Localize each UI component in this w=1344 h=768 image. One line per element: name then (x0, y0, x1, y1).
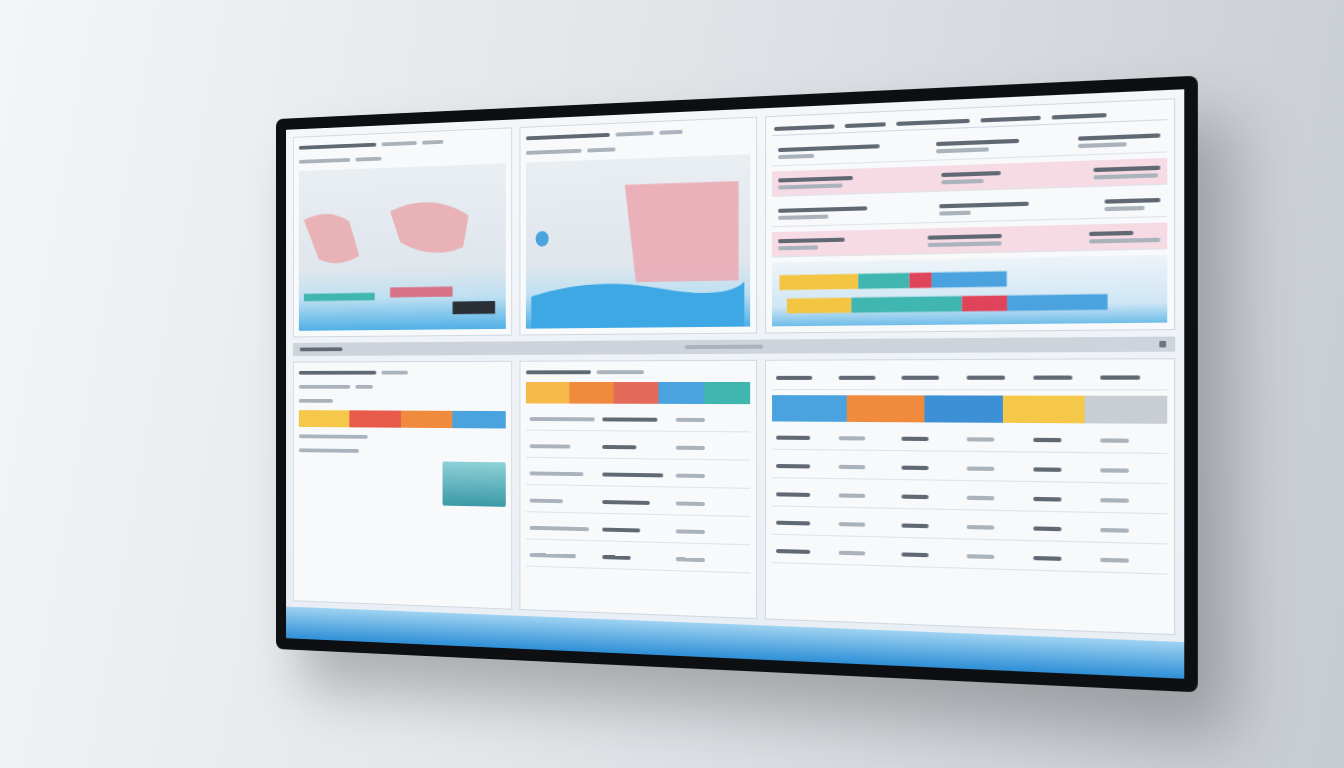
band-stripe (453, 411, 506, 429)
chart-bar (962, 295, 1007, 311)
band-stripe (658, 382, 704, 404)
panel-tabs (772, 106, 1167, 136)
map[interactable] (526, 154, 750, 328)
chart-bar (851, 296, 961, 313)
list-row[interactable] (772, 190, 1167, 227)
table-panel (765, 358, 1175, 635)
table-header (772, 366, 1167, 391)
bar-chart (772, 255, 1167, 327)
panel-header (526, 124, 750, 143)
side-list-row[interactable] (526, 544, 750, 573)
map-icon (526, 154, 750, 328)
color-band (772, 395, 1167, 424)
toolbar (293, 337, 1175, 356)
color-band (299, 410, 506, 428)
band-stripe (847, 395, 924, 422)
map[interactable] (299, 163, 506, 330)
thumbnail (443, 462, 506, 507)
top-row (293, 98, 1175, 337)
band-stripe (1084, 396, 1167, 424)
list-chart-panel (765, 98, 1175, 333)
band-stripe (704, 382, 750, 404)
table-row[interactable] (772, 511, 1167, 544)
band-stripe (614, 382, 659, 404)
list-row[interactable] (772, 158, 1167, 197)
chart-bar (932, 271, 1007, 288)
band-stripe (772, 395, 847, 422)
chart-bar (909, 273, 931, 289)
band-stripe (299, 410, 349, 427)
map-icon (299, 163, 506, 330)
table-row[interactable] (772, 426, 1167, 454)
panel-header (299, 134, 506, 152)
band-stripe (526, 382, 570, 404)
scene (0, 0, 1344, 768)
side-list-row[interactable] (526, 463, 750, 489)
band-stripe (1003, 396, 1084, 424)
band-stripe (400, 411, 452, 428)
table-row[interactable] (772, 540, 1167, 575)
color-band (526, 382, 750, 404)
table-row[interactable] (772, 455, 1167, 484)
chart-bar (787, 298, 851, 314)
side-list-row[interactable] (526, 517, 750, 545)
chart-bar (1007, 294, 1107, 311)
chart-bar (779, 274, 858, 290)
monitor (276, 76, 1198, 693)
side-list-row[interactable] (526, 435, 750, 460)
menu-icon[interactable] (1159, 341, 1166, 347)
band-stripe (924, 395, 1003, 422)
side-list-row[interactable] (526, 408, 750, 432)
band-stripe (569, 382, 613, 404)
table-row[interactable] (772, 483, 1167, 514)
side-list-row[interactable] (526, 490, 750, 517)
bottom-row (293, 358, 1175, 635)
list-row[interactable] (772, 222, 1167, 257)
map-panel (293, 127, 512, 337)
side-list-panel (519, 360, 757, 619)
band-stripe (349, 410, 400, 427)
dashboard-screen (286, 89, 1184, 679)
summary-panel (293, 361, 512, 610)
chart-bar (858, 273, 909, 289)
map-panel (519, 117, 757, 336)
